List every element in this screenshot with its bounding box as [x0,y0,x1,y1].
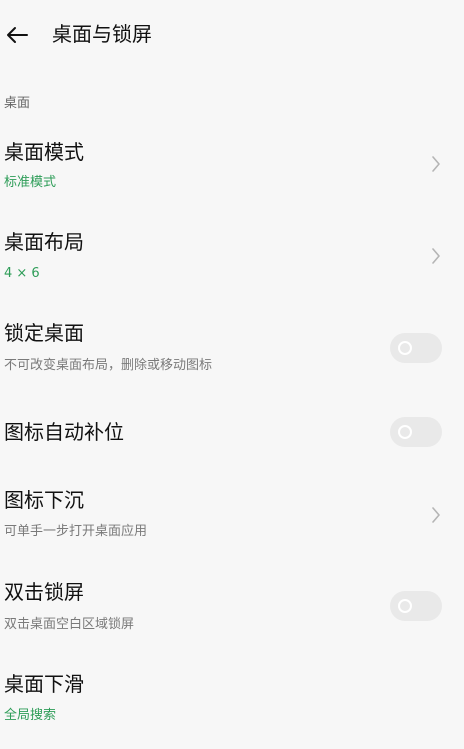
back-button[interactable] [0,18,34,52]
setting-title: 桌面下滑 [4,672,84,696]
setting-title: 桌面模式 [4,140,84,164]
setting-row-desktop-mode[interactable]: 桌面模式 标准模式 [0,138,464,208]
setting-description: 不可改变桌面布局，删除或移动图标 [4,358,213,373]
toggle-knob [398,599,412,613]
setting-title: 锁定桌面 [4,321,84,345]
setting-value: 4 × 6 [4,266,40,281]
setting-title: 图标下沉 [4,488,84,512]
setting-description: 双击桌面空白区域锁屏 [4,617,135,632]
settings-page: 桌面与锁屏 桌面 桌面模式 标准模式 桌面布局 4 × 6 锁定桌面 不可改变桌… [0,0,464,749]
setting-row-icon-auto-fill: 图标自动补位 [0,416,464,486]
setting-row-lock-desktop: 锁定桌面 不可改变桌面布局，删除或移动图标 [0,319,464,389]
arrow-left-icon [7,27,28,43]
setting-title: 图标自动补位 [4,420,124,444]
setting-row-icon-sink[interactable]: 图标下沉 可单手一步打开桌面应用 [0,486,464,556]
double-tap-lock-toggle[interactable] [390,591,442,621]
app-header: 桌面与锁屏 [0,14,464,56]
setting-value: 全局搜索 [4,708,57,723]
chevron-right-icon [428,503,444,527]
lock-desktop-toggle[interactable] [390,333,442,363]
setting-description: 可单手一步打开桌面应用 [4,524,148,539]
icon-auto-fill-toggle[interactable] [390,417,442,447]
setting-value: 标准模式 [4,175,57,190]
setting-row-desktop-swipe-down[interactable]: 桌面下滑 全局搜索 [0,670,464,740]
setting-row-double-tap-lock: 双击锁屏 双击桌面空白区域锁屏 [0,578,464,648]
section-label-desktop: 桌面 [4,96,31,111]
setting-title: 桌面布局 [4,230,84,254]
page-title: 桌面与锁屏 [52,22,152,46]
chevron-right-icon [428,244,444,268]
toggle-knob [398,341,412,355]
chevron-right-icon [428,152,444,176]
setting-title: 双击锁屏 [4,580,84,604]
setting-row-desktop-layout[interactable]: 桌面布局 4 × 6 [0,228,464,298]
toggle-knob [398,425,412,439]
